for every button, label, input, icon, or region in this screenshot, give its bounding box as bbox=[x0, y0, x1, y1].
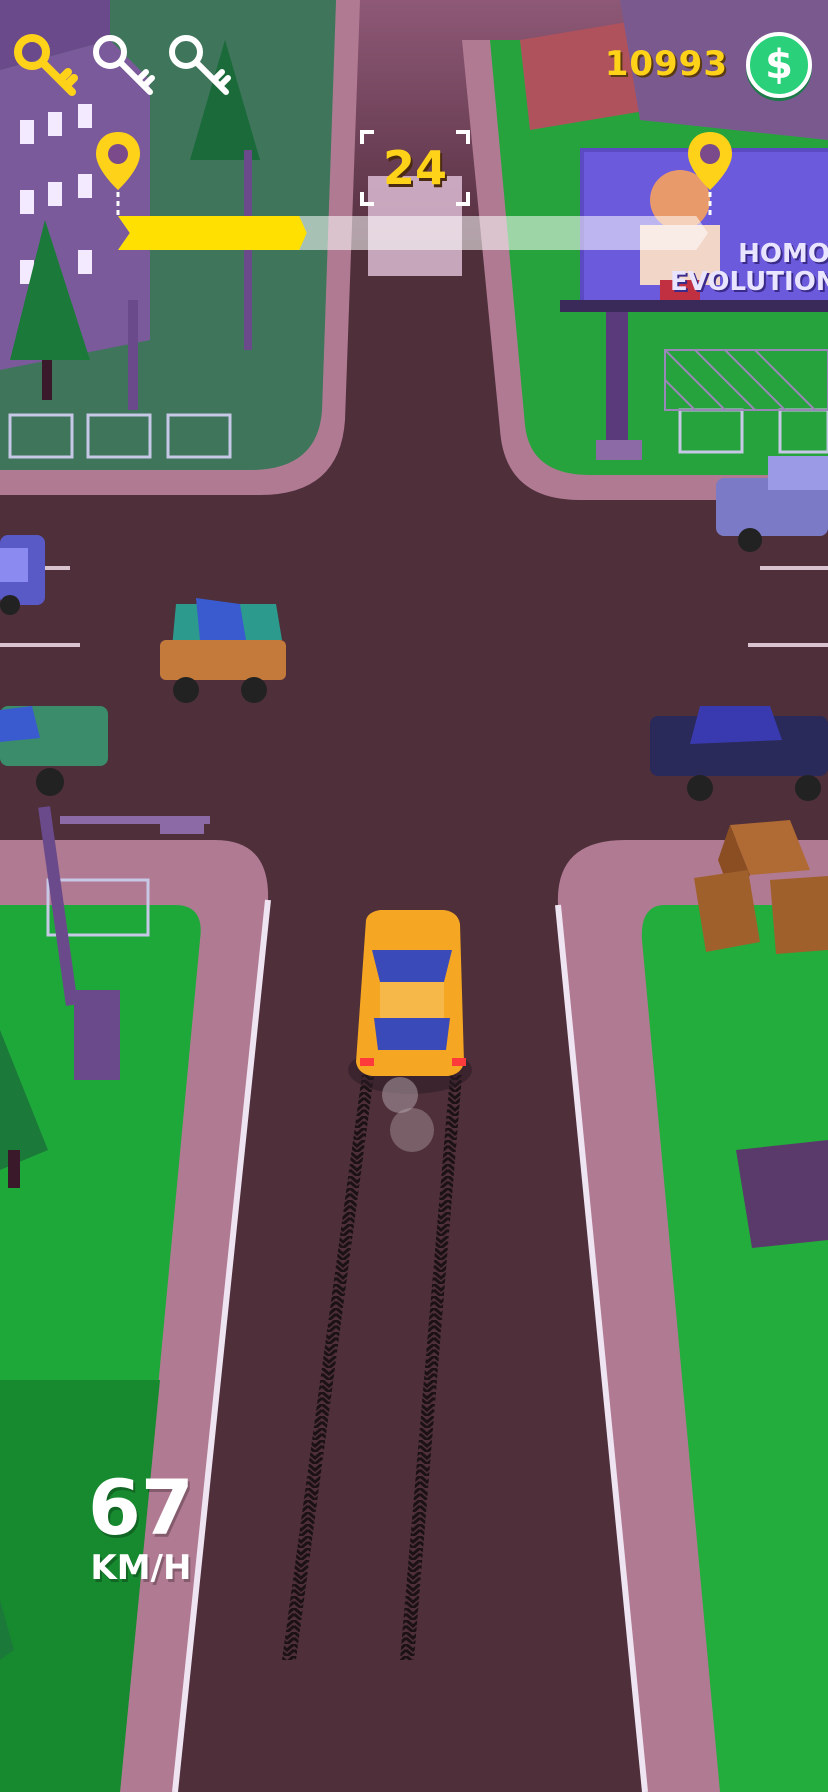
billboard-text: HOMO EVOLUTION bbox=[670, 240, 828, 296]
key-slot-3 bbox=[164, 30, 234, 100]
billboard-line-2: EVOLUTION bbox=[670, 267, 828, 297]
key-icon bbox=[169, 35, 231, 95]
start-pin-icon bbox=[92, 128, 144, 218]
level-progress-bar bbox=[118, 216, 708, 250]
key-slot-1 bbox=[10, 30, 80, 100]
level-label: 24 bbox=[382, 141, 447, 195]
speed-unit: KM/H bbox=[90, 1548, 192, 1588]
finish-pin-icon bbox=[684, 128, 736, 218]
level-progress-fill bbox=[118, 216, 307, 250]
coin-count: 10993 bbox=[604, 44, 728, 84]
coin-badge-icon[interactable]: $ bbox=[746, 32, 812, 98]
level-number: 24 bbox=[360, 130, 470, 206]
speedometer: 67 KM/H bbox=[88, 1463, 194, 1589]
billboard-line-1: HOMO bbox=[738, 239, 828, 269]
speed-value: 67 bbox=[88, 1463, 194, 1552]
key-slot-2 bbox=[88, 30, 158, 100]
key-icon bbox=[93, 35, 155, 95]
car-blue-left bbox=[0, 535, 45, 615]
key-icon bbox=[14, 34, 78, 96]
